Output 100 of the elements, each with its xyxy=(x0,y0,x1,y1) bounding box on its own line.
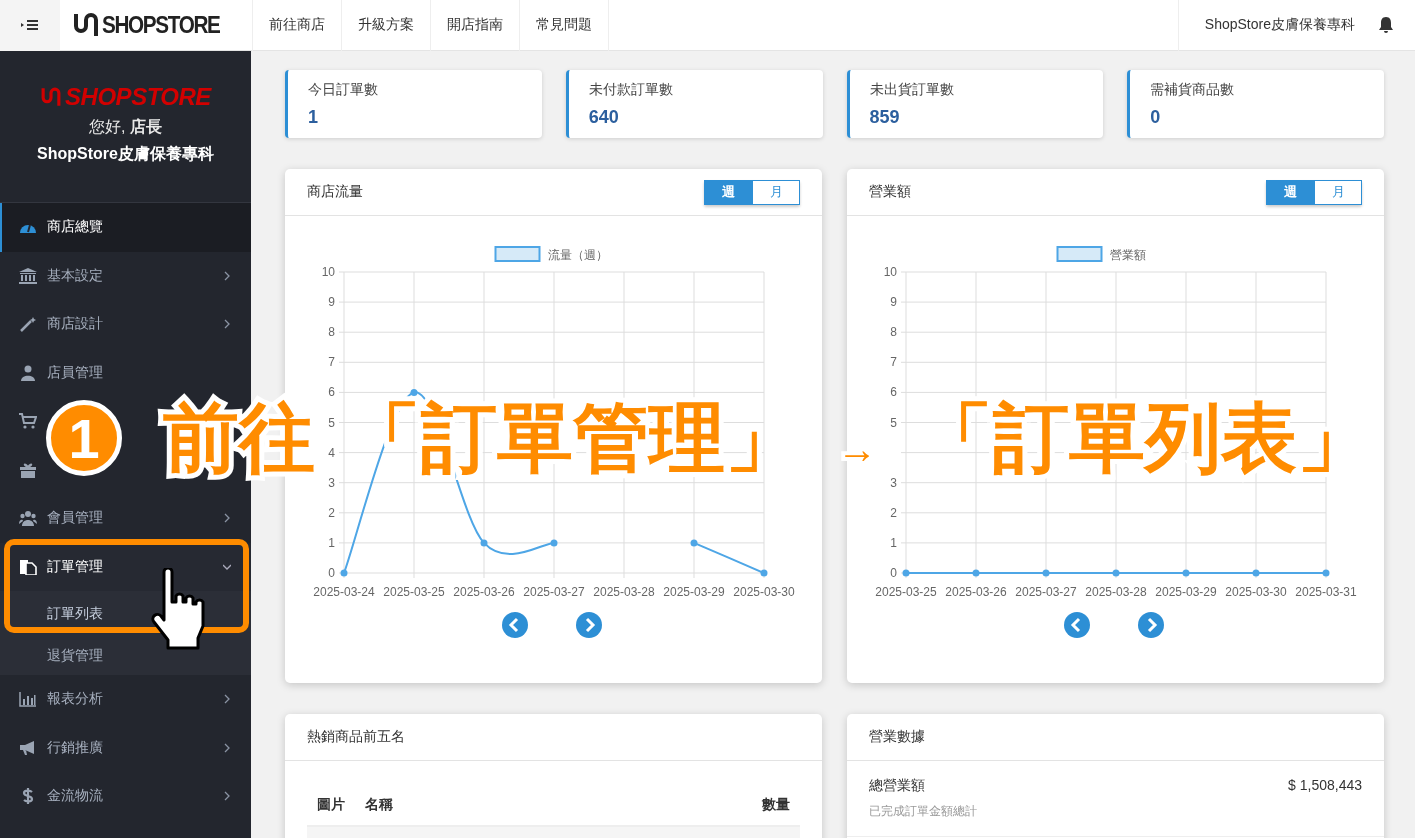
card-title: 商店流量 xyxy=(307,183,364,201)
bell-icon[interactable] xyxy=(1377,16,1395,34)
sidebar-item[interactable]: 報表分析 xyxy=(0,675,251,724)
axis-tick-label: 3 xyxy=(328,475,335,490)
sidebar-item[interactable]: 商店總覽 xyxy=(0,203,251,252)
axis-tick-label: 2025-03-26 xyxy=(453,585,515,599)
submenu-item[interactable]: 訂單列表 xyxy=(0,591,251,637)
logo-icon xyxy=(40,85,63,109)
axis-tick-label: 6 xyxy=(890,385,897,400)
chart-legend: 營業額 xyxy=(1056,246,1146,262)
column-header: 名稱 xyxy=(364,796,394,814)
metric-value: $ 1,508,443 xyxy=(1288,777,1362,795)
stat-label: 今日訂單數 xyxy=(308,81,379,99)
logo-text[interactable]: SHOPSTORE xyxy=(102,11,220,39)
axis-tick-label: 7 xyxy=(890,355,897,370)
chevron-right-icon xyxy=(223,319,231,330)
data-point xyxy=(550,539,558,547)
axis-tick-label: 2025-03-27 xyxy=(523,585,585,599)
data-point xyxy=(1182,569,1190,577)
period-toggle[interactable]: 月 xyxy=(752,179,800,205)
users-icon xyxy=(19,510,37,527)
nav-link[interactable]: 常見問題 xyxy=(520,0,609,51)
period-toggle[interactable]: 月 xyxy=(1314,179,1362,205)
magic-wand-icon xyxy=(19,316,37,333)
stat-label: 未出貨訂單數 xyxy=(869,81,955,99)
data-point xyxy=(1252,569,1260,577)
greeting-text: 您好, 店長 xyxy=(89,117,162,137)
submenu-item[interactable]: 退貨管理 xyxy=(0,637,251,675)
data-point xyxy=(1042,569,1050,577)
axis-tick-label: 9 xyxy=(328,295,335,310)
axis-tick-label: 8 xyxy=(328,325,335,340)
stat-value: 640 xyxy=(588,107,620,128)
chevron-right-icon xyxy=(223,791,231,802)
card-title: 營業額 xyxy=(869,183,912,201)
axis-tick-label: 2025-03-27 xyxy=(1015,585,1077,599)
menu-toggle-icon[interactable] xyxy=(0,0,60,51)
axis-tick-label: 2025-03-31 xyxy=(1295,585,1357,599)
data-point xyxy=(902,569,910,577)
data-point xyxy=(760,569,768,577)
previous-button[interactable] xyxy=(501,612,528,638)
axis-tick-label: 2025-03-25 xyxy=(875,585,937,599)
sidebar-item[interactable]: 會員管理 xyxy=(0,494,251,543)
nav-link[interactable]: 升級方案 xyxy=(342,0,431,51)
axis-tick-label: 2025-03-26 xyxy=(945,585,1007,599)
axis-tick-label: 0 xyxy=(890,566,897,580)
bar-chart-icon xyxy=(19,691,37,708)
stat-label: 未付款訂單數 xyxy=(588,81,674,99)
axis-tick-label: 2025-03-28 xyxy=(1085,585,1147,599)
data-point xyxy=(1322,569,1330,577)
chevron-right-icon xyxy=(223,742,231,753)
metric-label: 總營業額 xyxy=(869,777,925,795)
logo-text: SHOPSTORE xyxy=(65,83,211,111)
previous-button[interactable] xyxy=(1063,612,1090,638)
sidebar-item[interactable]: 金流物流 xyxy=(0,772,251,821)
axis-tick-label: 2 xyxy=(890,505,897,520)
legend-label: 營業額 xyxy=(1109,248,1146,262)
period-toggle[interactable]: 週 xyxy=(704,179,752,205)
axis-tick-label: 3 xyxy=(890,475,897,490)
stat-value: 1 xyxy=(308,107,319,128)
sidebar-item[interactable]: 行銷推廣 xyxy=(0,723,251,772)
axis-tick-label: 8 xyxy=(890,325,897,340)
axis-tick-label: 2025-03-29 xyxy=(1155,585,1217,599)
store-name: ShopStore皮膚保養專科 xyxy=(37,144,214,164)
axis-tick-label: 2025-03-29 xyxy=(663,585,725,599)
card-title: 營業數據 xyxy=(869,728,926,746)
next-button[interactable] xyxy=(1137,612,1164,638)
sidebar-item[interactable]: 基本設定 xyxy=(0,251,251,300)
axis-tick-label: 2025-03-30 xyxy=(1225,585,1287,599)
legend-label: 流量（週） xyxy=(547,248,608,262)
data-point xyxy=(972,569,980,577)
stat-value: 0 xyxy=(1150,107,1162,128)
card-title: 熱銷商品前五名 xyxy=(307,728,406,746)
next-button[interactable] xyxy=(575,612,602,638)
period-toggle[interactable]: 週 xyxy=(1266,179,1314,205)
data-point xyxy=(340,569,348,577)
axis-tick-label: 5 xyxy=(890,415,897,430)
store-name[interactable]: ShopStore皮膚保養專科 xyxy=(1177,0,1377,51)
sidebar-item[interactable]: 商店設計 xyxy=(0,300,251,349)
chart-legend: 流量（週） xyxy=(494,246,608,262)
axis-tick-label: 2 xyxy=(328,505,335,520)
axis-tick-label: 10 xyxy=(321,265,335,279)
stat-label: 需補貨商品數 xyxy=(1150,81,1236,99)
user-icon xyxy=(19,364,37,381)
nav-link[interactable]: 前往商店 xyxy=(253,0,342,51)
data-point xyxy=(410,388,418,396)
axis-tick-label: 0 xyxy=(328,566,335,580)
axis-tick-label: 1 xyxy=(328,535,335,550)
metric-note: 已完成訂單金額總計 xyxy=(869,803,978,820)
arrow-text: → xyxy=(837,429,877,469)
chevron-right-icon xyxy=(223,270,231,281)
axis-tick-label: 2025-03-24 xyxy=(313,585,375,599)
data-point xyxy=(690,539,698,547)
nav-link[interactable]: 開店指南 xyxy=(431,0,520,51)
megaphone-icon xyxy=(19,739,37,756)
instruction-text: 「訂單列表」 xyxy=(917,400,1373,476)
chevron-right-icon xyxy=(223,513,231,524)
axis-tick-label: 1 xyxy=(890,535,897,550)
sidebar-item[interactable]: 店員管理 xyxy=(0,348,251,397)
axis-tick-label: 2025-03-28 xyxy=(593,585,655,599)
axis-tick-label: 6 xyxy=(328,385,335,400)
